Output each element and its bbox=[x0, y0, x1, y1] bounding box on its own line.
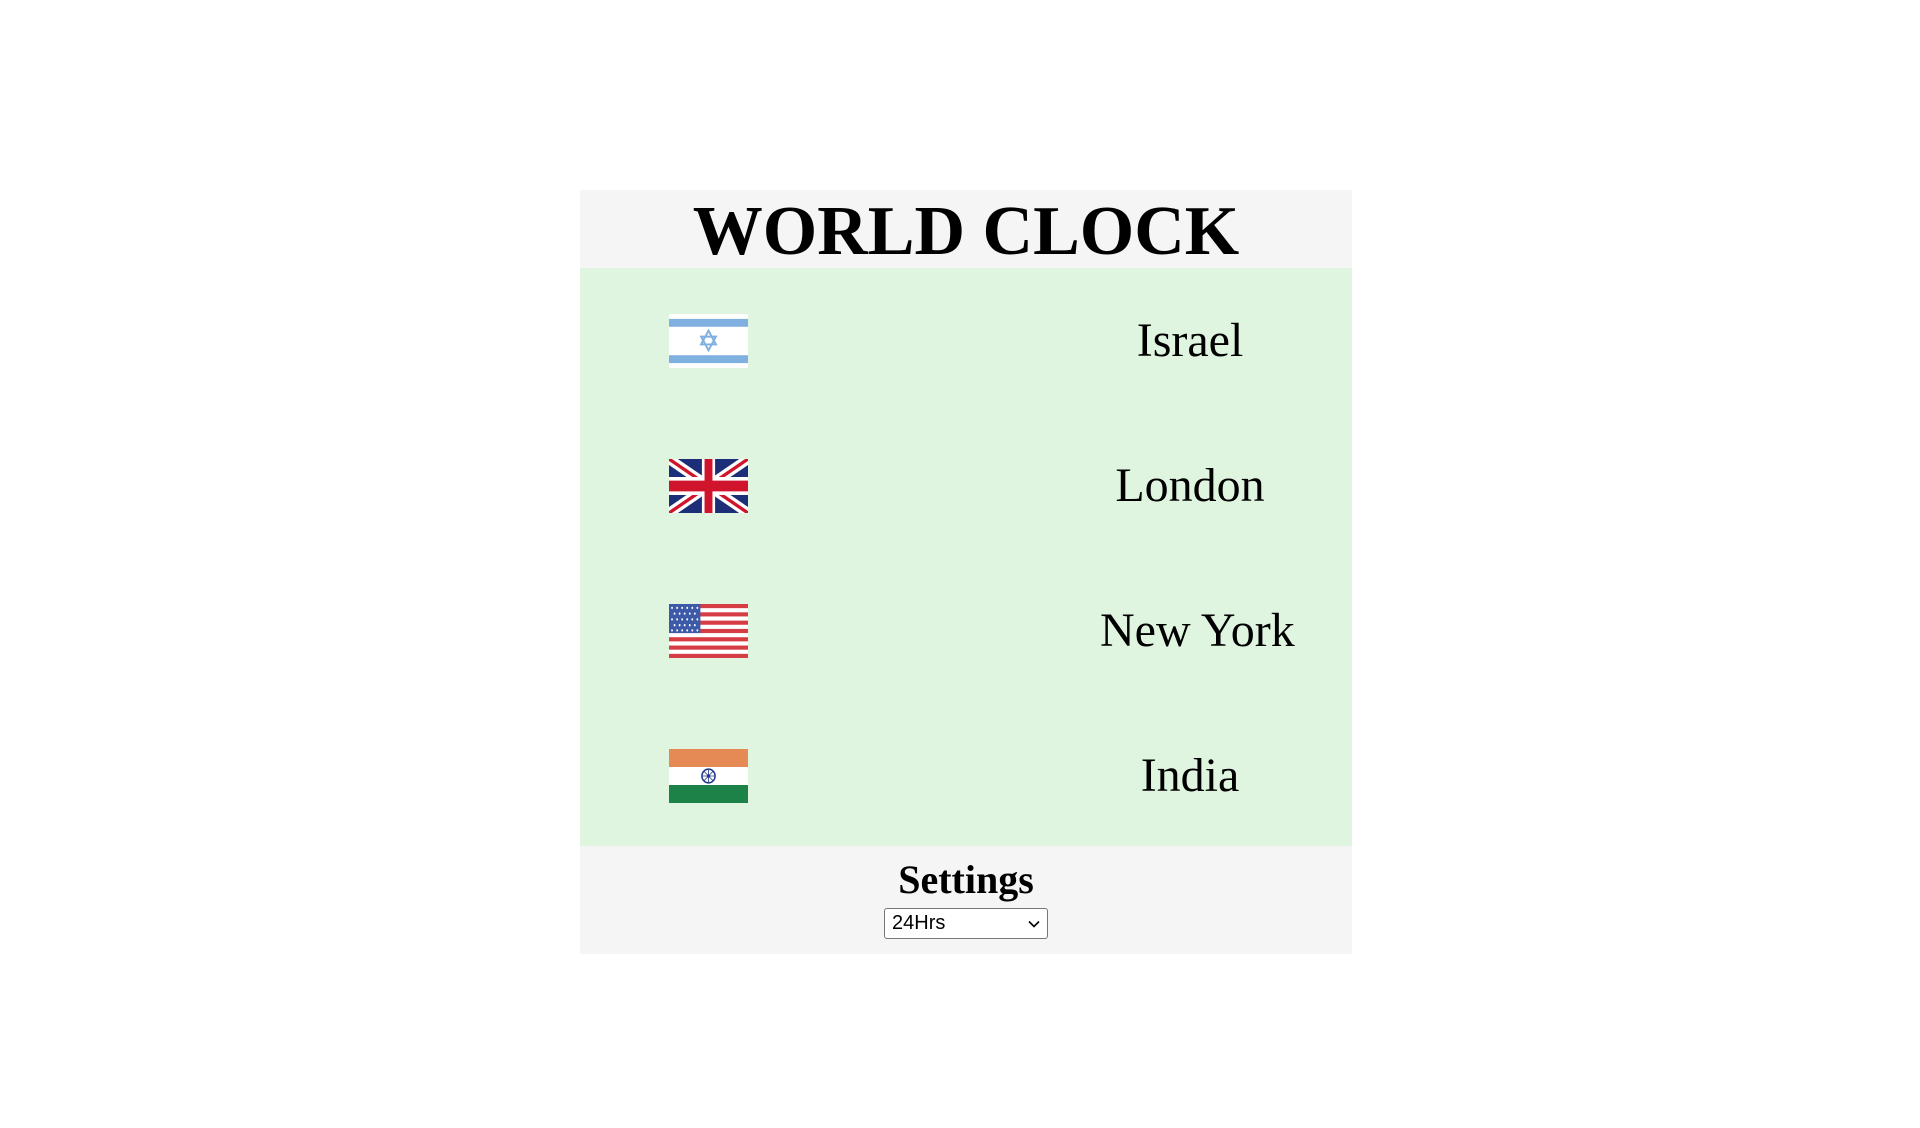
clock-row-new-york: New York bbox=[580, 558, 1352, 703]
uk-flag-icon bbox=[669, 458, 748, 513]
settings-label: Settings bbox=[898, 857, 1034, 902]
clock-row-london: London bbox=[580, 413, 1352, 558]
time-format-value: 24Hrs bbox=[892, 912, 946, 934]
settings-section: Settings 24Hrs bbox=[580, 846, 1352, 954]
city-name: India bbox=[1140, 749, 1240, 802]
header: WORLD CLOCK bbox=[580, 190, 1352, 268]
usa-flag-icon bbox=[669, 603, 748, 658]
city-name: London bbox=[1115, 459, 1265, 512]
clock-list: Israel London New York India bbox=[580, 268, 1352, 846]
city-name: Israel bbox=[1136, 314, 1244, 367]
city-name: New York bbox=[1100, 604, 1295, 657]
india-flag-icon bbox=[669, 748, 748, 803]
time-format-select[interactable]: 24Hrs bbox=[884, 908, 1048, 939]
israel-flag-icon bbox=[669, 313, 748, 368]
clock-row-israel: Israel bbox=[580, 268, 1352, 413]
chevron-down-icon bbox=[1028, 920, 1040, 928]
clock-row-india: India bbox=[580, 703, 1352, 848]
page-title: WORLD CLOCK bbox=[692, 193, 1240, 270]
world-clock-panel: WORLD CLOCK Israel London New York India… bbox=[580, 190, 1352, 954]
